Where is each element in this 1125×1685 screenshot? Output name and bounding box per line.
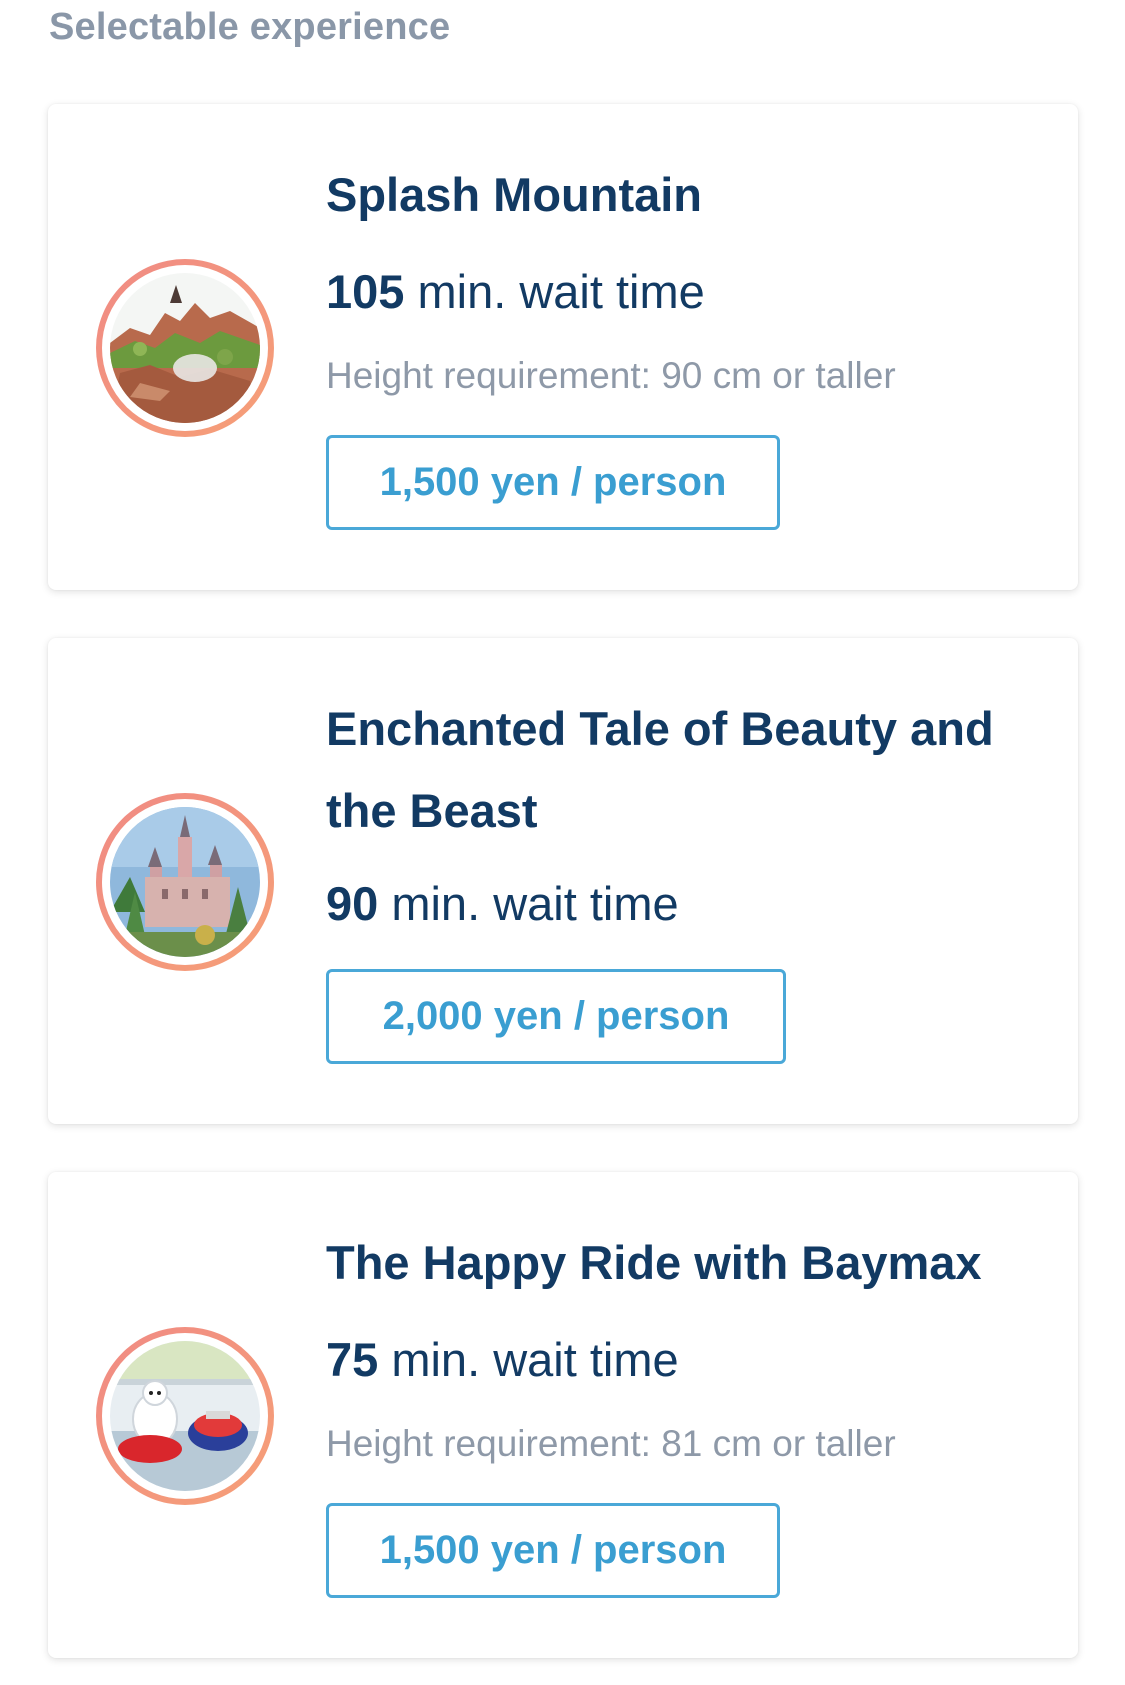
wait-minutes: 105 <box>326 265 405 318</box>
ride-name: Splash Mountain <box>326 168 702 221</box>
wait-time: 105 min. wait time <box>326 264 705 320</box>
ride-name: Enchanted Tale of Beauty and the Beast <box>326 702 994 837</box>
wait-suffix: min. wait time <box>378 877 679 930</box>
baymax-ride-photo <box>110 1341 260 1491</box>
experience-card-baymax[interactable]: The Happy Ride with Baymax 75 min. wait … <box>48 1172 1078 1658</box>
wait-time: 90 min. wait time <box>326 876 679 932</box>
section-title: Selectable experience <box>49 6 451 48</box>
experience-card-splash-mountain[interactable]: Splash Mountain 105 min. wait time Heigh… <box>48 104 1078 590</box>
wait-minutes: 90 <box>326 877 379 930</box>
wait-suffix: min. wait time <box>404 265 705 318</box>
experience-card-beauty-and-the-beast[interactable]: Enchanted Tale of Beauty and the Beast 9… <box>48 638 1078 1124</box>
beauty-beast-castle-photo <box>110 807 260 957</box>
price-button[interactable]: 2,000 yen / person <box>326 969 786 1064</box>
thumbnail-ring <box>96 1327 274 1505</box>
price-button[interactable]: 1,500 yen / person <box>326 435 780 530</box>
height-requirement: Height requirement: 81 cm or taller <box>326 1423 896 1464</box>
ride-name: The Happy Ride with Baymax <box>326 1236 982 1289</box>
wait-minutes: 75 <box>326 1333 379 1386</box>
splash-mountain-photo <box>110 273 260 423</box>
wait-suffix: min. wait time <box>378 1333 679 1386</box>
thumbnail-ring <box>96 259 274 437</box>
height-requirement: Height requirement: 90 cm or taller <box>326 355 896 396</box>
price-button[interactable]: 1,500 yen / person <box>326 1503 780 1598</box>
wait-time: 75 min. wait time <box>326 1332 679 1388</box>
thumbnail-ring <box>96 793 274 971</box>
